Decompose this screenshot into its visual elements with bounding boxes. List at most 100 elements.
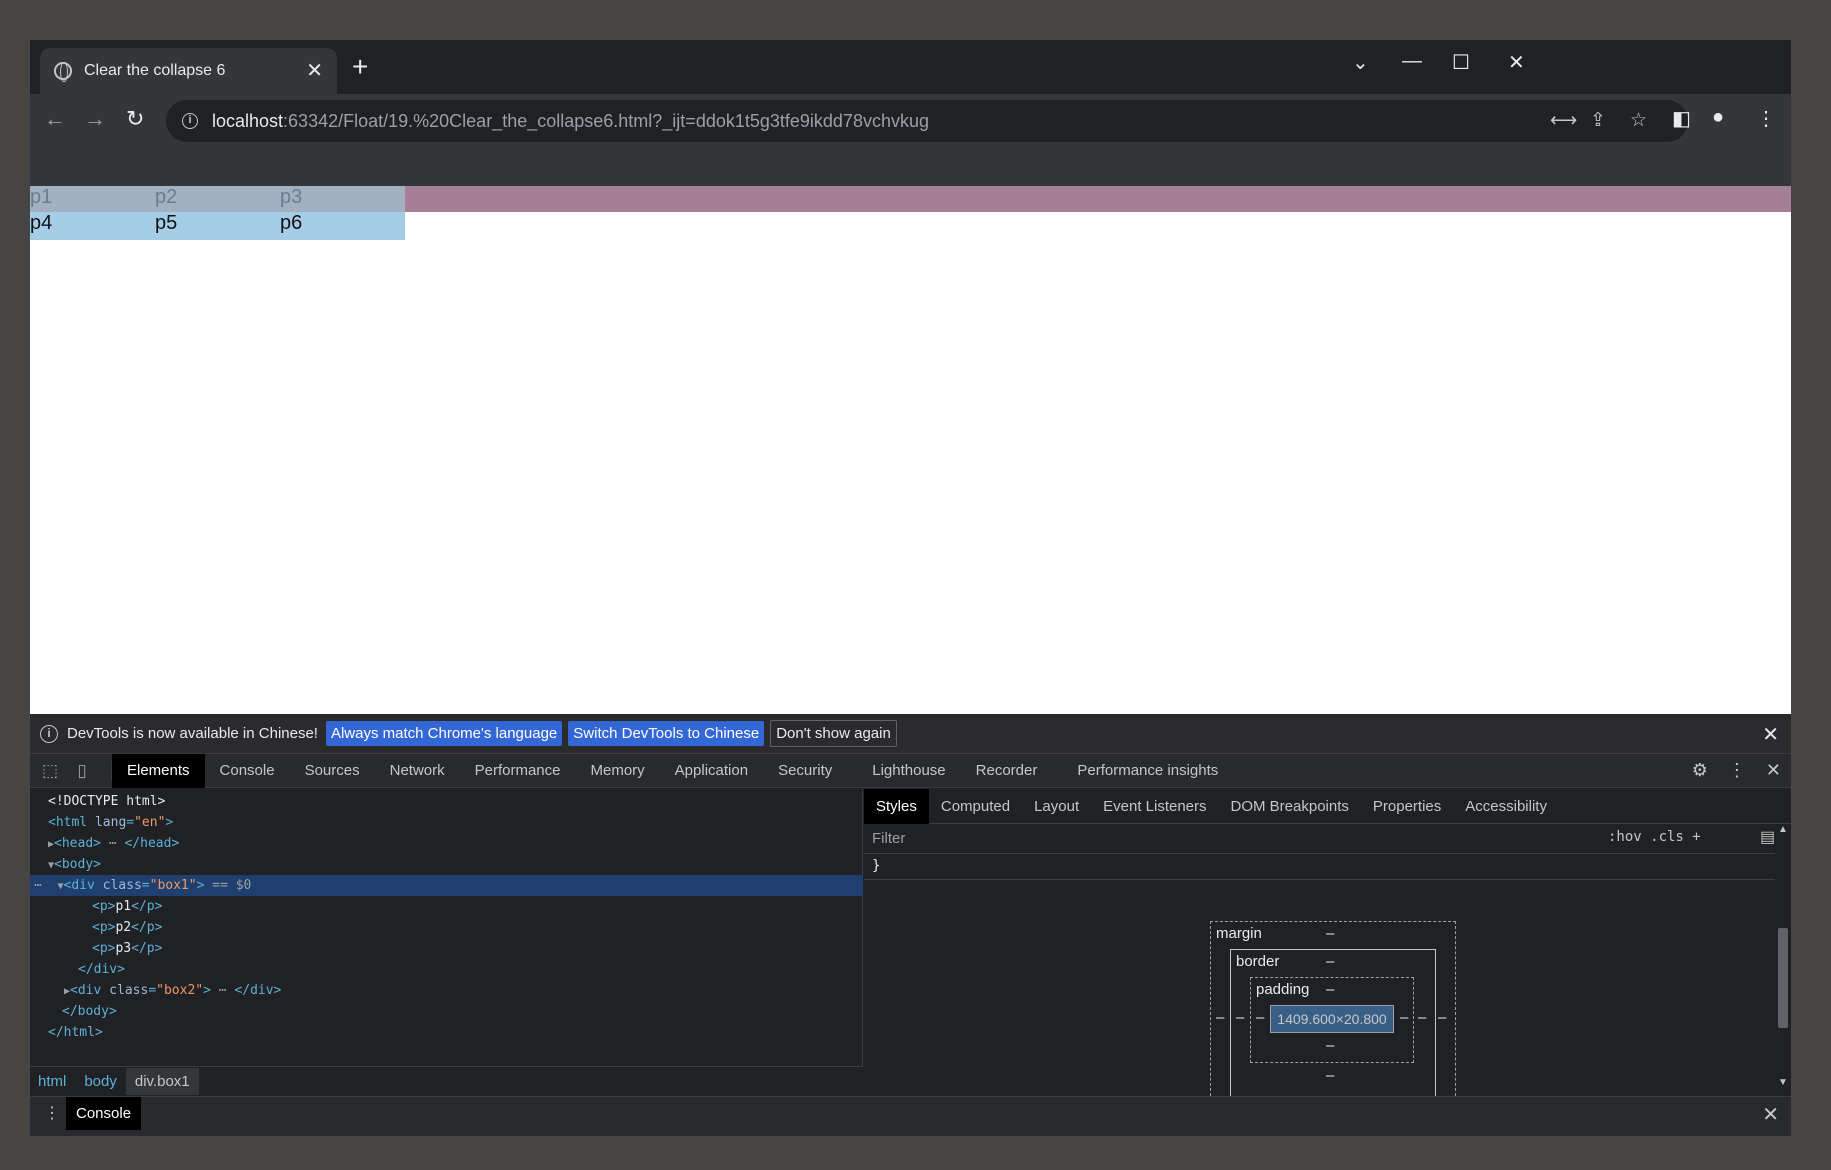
new-tab-icon[interactable]: + — [352, 52, 368, 82]
drawer-menu-icon[interactable]: ⋮ — [44, 1103, 60, 1123]
tab-search-icon[interactable]: ⌄ — [1352, 50, 1369, 75]
style-tools[interactable]: :hov .cls + — [1608, 829, 1701, 845]
browser-toolbar: ← → ↻ i localhost:63342/Float/19.%20Clea… — [30, 94, 1791, 148]
url-host: localhost — [212, 110, 284, 131]
browser-tab[interactable]: Clear the collapse 6 ✕ — [40, 48, 337, 94]
share-icon[interactable]: ⇪ — [1590, 109, 1606, 132]
always-match-language-button[interactable]: Always match Chrome's language — [325, 721, 563, 746]
dom-doctype[interactable]: <!DOCTYPE html> — [30, 791, 863, 812]
page-viewport: p1 p2 p3 p4 p5 p6 — [30, 186, 1791, 714]
dom-div-close[interactable]: </div> — [30, 959, 863, 980]
translate-icon[interactable]: ⟷ — [1550, 109, 1577, 132]
breadcrumb-div-box1[interactable]: div.box1 — [125, 1068, 199, 1095]
globe-icon — [54, 62, 72, 82]
dom-head[interactable]: ▶<head> ⋯ </head> — [30, 833, 863, 854]
styles-filter-bar: Filter :hov .cls + ▤ ◨ — [864, 824, 1791, 854]
dom-p3[interactable]: <p>p3</p> — [30, 938, 863, 959]
dom-body-close[interactable]: </body> — [30, 1001, 863, 1022]
paragraph-p6: p6 — [280, 212, 303, 234]
paint-brush-icon[interactable]: ▤ — [1760, 827, 1775, 847]
margin-left-value[interactable]: – — [1216, 1009, 1224, 1026]
info-icon: i — [40, 724, 58, 743]
address-bar[interactable]: i localhost:63342/Float/19.%20Clear_the_… — [166, 100, 1688, 142]
switch-to-chinese-button[interactable]: Switch DevTools to Chinese — [568, 721, 765, 746]
border-bottom-value[interactable]: – — [1326, 1067, 1334, 1084]
profile-icon[interactable]: ● — [1712, 106, 1724, 129]
margin-top-value[interactable]: – — [1326, 925, 1334, 942]
scrollbar-thumb[interactable] — [1778, 928, 1788, 1028]
styles-filter-input[interactable]: Filter — [864, 826, 1594, 851]
close-banner-icon[interactable]: ✕ — [1762, 722, 1779, 747]
tab-accessibility[interactable]: Accessibility — [1453, 789, 1559, 824]
tab-application[interactable]: Application — [660, 754, 763, 788]
styles-tabbar: Styles Computed Layout Event Listeners D… — [864, 788, 1791, 824]
tab-properties[interactable]: Properties — [1361, 789, 1453, 824]
tab-recorder[interactable]: Recorder — [961, 754, 1053, 788]
dom-div-box2[interactable]: ▶<div class="box2"> ⋯ </div> — [30, 980, 863, 1001]
border-right-value[interactable]: – — [1418, 1009, 1426, 1026]
site-info-icon[interactable]: i — [182, 113, 198, 129]
close-drawer-icon[interactable]: ✕ — [1762, 1102, 1779, 1127]
tab-event-listeners[interactable]: Event Listeners — [1091, 789, 1218, 824]
bookmark-star-icon[interactable]: ☆ — [1630, 109, 1647, 132]
devtools-body: <!DOCTYPE html> <html lang="en"> ▶<head>… — [30, 788, 1791, 1109]
devtools-panel: i DevTools is now available in Chinese! … — [30, 714, 1791, 1136]
close-window-icon[interactable]: ✕ — [1508, 50, 1525, 75]
tab-computed[interactable]: Computed — [929, 789, 1022, 824]
divider — [98, 760, 112, 781]
tab-security[interactable]: Security — [763, 754, 847, 788]
margin-right-value[interactable]: – — [1438, 1009, 1446, 1026]
paragraph-p5: p5 — [155, 212, 178, 234]
side-panel-icon[interactable]: ◧ — [1672, 106, 1691, 131]
device-toolbar-icon[interactable]: ▯ — [66, 761, 98, 781]
padding-bottom-value[interactable]: – — [1326, 1037, 1334, 1054]
elements-tree: <!DOCTYPE html> <html lang="en"> ▶<head>… — [30, 789, 863, 1096]
scroll-down-icon[interactable]: ▼ — [1778, 1077, 1788, 1088]
back-icon[interactable]: ← — [44, 106, 66, 132]
box-model-content[interactable]: 1409.600×20.800 — [1270, 1005, 1394, 1033]
dom-p2[interactable]: <p>p2</p> — [30, 917, 863, 938]
dom-div-box1[interactable]: ⋯ ▼<div class="box1"> == $0 — [30, 875, 863, 896]
forward-icon[interactable]: → — [84, 106, 106, 132]
padding-left-value[interactable]: – — [1256, 1009, 1264, 1026]
styles-scrollbar[interactable]: ▲ ▼ — [1775, 824, 1791, 1096]
tab-sources[interactable]: Sources — [290, 754, 375, 788]
breadcrumb-html[interactable]: html — [30, 1073, 75, 1090]
border-top-value[interactable]: – — [1326, 953, 1334, 970]
tab-title: Clear the collapse 6 — [84, 62, 226, 79]
inspect-element-icon[interactable]: ⬚ — [34, 761, 66, 781]
tab-styles[interactable]: Styles — [864, 788, 929, 824]
tab-elements[interactable]: Elements — [112, 753, 205, 788]
drawer-tab-console[interactable]: Console — [66, 1097, 142, 1130]
minimize-icon[interactable]: — — [1402, 50, 1422, 73]
settings-icon[interactable]: ⚙ — [1692, 760, 1708, 780]
tab-memory[interactable]: Memory — [576, 754, 660, 788]
tab-dom-breakpoints[interactable]: DOM Breakpoints — [1219, 789, 1361, 824]
reload-icon[interactable]: ↻ — [126, 106, 144, 132]
margin-label: margin — [1216, 925, 1262, 942]
url-path: :63342/Float/19.%20Clear_the_collapse6.h… — [283, 110, 929, 131]
close-tab-icon[interactable]: ✕ — [306, 61, 323, 81]
breadcrumb-body[interactable]: body — [75, 1073, 126, 1090]
dont-show-again-button[interactable]: Don't show again — [770, 720, 897, 747]
padding-label: padding — [1256, 981, 1310, 998]
dom-html-close[interactable]: </html> — [30, 1022, 863, 1043]
tab-network[interactable]: Network — [375, 754, 460, 788]
tab-layout[interactable]: Layout — [1022, 789, 1091, 824]
dom-html[interactable]: <html lang="en"> — [30, 812, 863, 833]
close-devtools-icon[interactable]: ✕ — [1766, 760, 1781, 780]
paragraph-p4: p4 — [30, 212, 53, 234]
scroll-up-icon[interactable]: ▲ — [1778, 824, 1788, 835]
tab-lighthouse[interactable]: Lighthouse — [847, 754, 960, 788]
border-left-value[interactable]: – — [1236, 1009, 1244, 1026]
padding-top-value[interactable]: – — [1326, 981, 1334, 998]
maximize-icon[interactable]: ☐ — [1452, 50, 1470, 75]
tab-performance[interactable]: Performance — [460, 754, 576, 788]
dom-body[interactable]: ▼<body> — [30, 854, 863, 875]
tab-console[interactable]: Console — [205, 754, 290, 788]
menu-icon[interactable]: ⋮ — [1756, 106, 1776, 131]
tab-performance-insights[interactable]: Performance insights — [1052, 754, 1233, 788]
more-options-icon[interactable]: ⋮ — [1728, 760, 1746, 780]
dom-p1[interactable]: <p>p1</p> — [30, 896, 863, 917]
padding-right-value[interactable]: – — [1400, 1009, 1408, 1026]
